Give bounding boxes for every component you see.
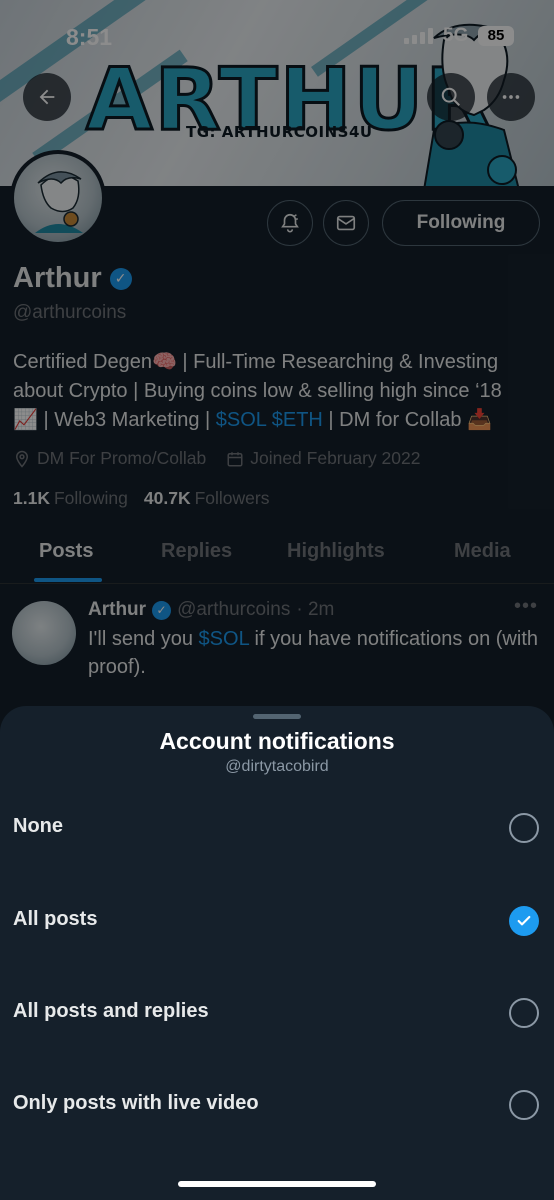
option-live-video-only[interactable]: Only posts with live video <box>0 1070 554 1140</box>
option-label: All posts <box>13 908 98 930</box>
home-indicator[interactable] <box>178 1181 376 1187</box>
option-all-posts-and-replies[interactable]: All posts and replies <box>0 978 554 1048</box>
radio-unselected-icon[interactable] <box>509 1090 539 1120</box>
sheet-grabber[interactable] <box>253 714 301 719</box>
account-notifications-sheet: Account notifications @dirtytacobird Non… <box>0 706 554 1200</box>
option-all-posts[interactable]: All posts <box>0 886 554 956</box>
radio-selected-icon[interactable] <box>509 906 539 936</box>
option-label: Only posts with live video <box>13 1092 259 1114</box>
option-none[interactable]: None <box>0 793 554 863</box>
option-label: None <box>13 815 63 837</box>
checkmark-icon <box>517 915 531 926</box>
sheet-title: Account notifications <box>159 728 395 754</box>
radio-unselected-icon[interactable] <box>509 813 539 843</box>
radio-unselected-icon[interactable] <box>509 998 539 1028</box>
sheet-subtitle: @dirtytacobird <box>225 758 329 775</box>
option-label: All posts and replies <box>13 1000 209 1022</box>
